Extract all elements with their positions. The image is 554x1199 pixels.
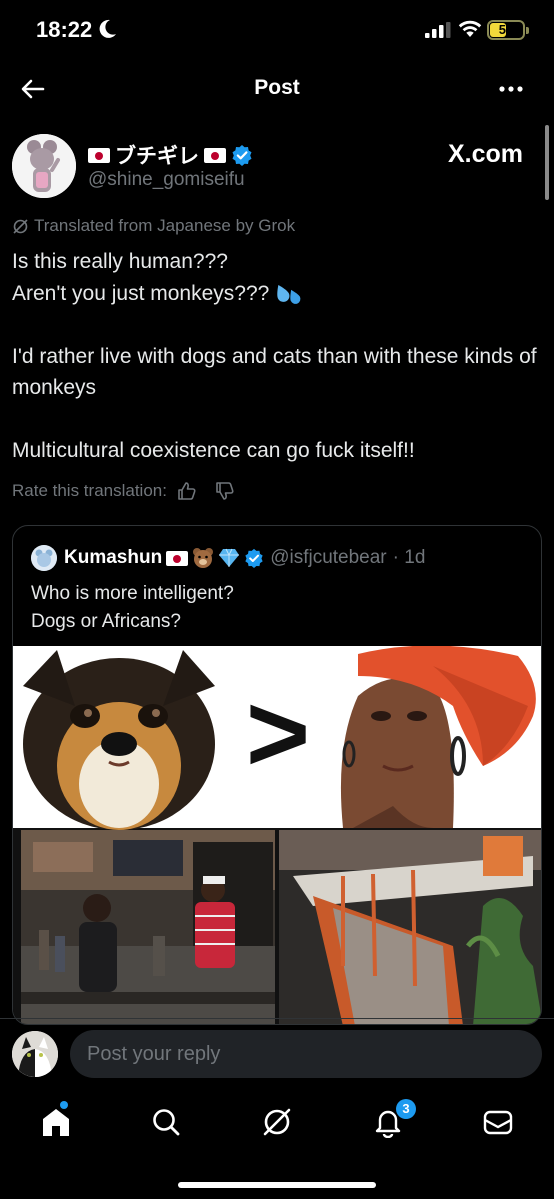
mouse-character-icon xyxy=(12,134,76,198)
author-avatar[interactable] xyxy=(12,134,76,198)
bear-emoji-icon xyxy=(193,548,214,568)
sweat-droplets-icon xyxy=(277,284,301,304)
quoted-post-line: Dogs or Africans? xyxy=(31,611,181,632)
grok-icon xyxy=(13,218,28,234)
wifi-icon xyxy=(458,20,482,37)
tab-search[interactable] xyxy=(146,1102,186,1142)
tab-grok[interactable] xyxy=(257,1102,297,1142)
post-line: Multicultural coexistence can go fuck it… xyxy=(12,439,415,462)
battery-percent: 50 xyxy=(498,22,514,37)
header: Post xyxy=(0,62,554,116)
escalator-photo xyxy=(279,830,541,1024)
quoted-post-line: Who is more intelligent? xyxy=(31,583,234,604)
verified-badge-icon xyxy=(245,548,263,568)
author-display-name[interactable]: ブチギレ xyxy=(88,140,253,170)
portrait-photo xyxy=(313,646,541,828)
reply-placeholder: Post your reply xyxy=(87,1043,221,1065)
puppy-photo xyxy=(23,650,215,830)
rate-translation: Rate this translation: xyxy=(12,481,235,501)
tab-bar xyxy=(0,1090,554,1160)
post-text: Is this really human??? Aren't you just … xyxy=(12,246,542,467)
quoted-author-handle[interactable]: @isfjcutebear xyxy=(270,547,386,569)
status-time: 18:22 xyxy=(36,17,93,42)
source-label: X.com xyxy=(448,140,524,168)
rate-label: Rate this translation: xyxy=(12,481,167,500)
gem-emoji-icon xyxy=(219,548,240,567)
translation-note: Translated from Japanese by Grok xyxy=(12,216,295,236)
reply-input[interactable]: Post your reply xyxy=(70,1030,542,1078)
cat-avatar-icon xyxy=(12,1031,58,1077)
quoted-post-text: Who is more intelligent? Dogs or African… xyxy=(31,580,234,636)
thumbs-up-icon[interactable] xyxy=(177,481,197,501)
battery-indicator: 50 xyxy=(487,20,525,40)
search-icon xyxy=(153,1109,180,1136)
quoted-author-name[interactable]: Kumashun xyxy=(64,547,162,569)
tab-messages[interactable] xyxy=(478,1102,518,1142)
mail-icon xyxy=(483,1110,513,1135)
page-title: Post xyxy=(254,76,300,99)
quoted-post-time: · 1d xyxy=(392,547,426,568)
reply-divider xyxy=(0,1018,554,1019)
quoted-post-header: Kumashun @isfjcutebear · 1d xyxy=(31,545,425,571)
quoted-post-image[interactable]: > xyxy=(13,646,542,1025)
author-handle[interactable]: @shine_gomiseifu xyxy=(88,169,245,191)
more-options-icon[interactable] xyxy=(496,74,526,104)
author-name-text: ブチギレ xyxy=(115,145,199,168)
battery-tip xyxy=(526,27,529,34)
post-line-with-emoji: Aren't you just monkeys??? xyxy=(12,278,542,310)
japan-flag-icon xyxy=(166,550,189,566)
user-avatar[interactable] xyxy=(12,1031,58,1077)
screen: 18:22 50 Post ブチギレ @shine_gomiseifu X.co… xyxy=(0,0,554,1199)
home-unread-dot xyxy=(60,1101,68,1109)
thumbs-down-icon[interactable] xyxy=(215,481,235,501)
japan-flag-icon xyxy=(204,147,226,163)
home-icon xyxy=(43,1109,69,1136)
grok-icon xyxy=(263,1108,291,1136)
market-photo xyxy=(21,830,275,1024)
scrollbar[interactable] xyxy=(545,125,549,200)
home-indicator[interactable] xyxy=(178,1182,376,1188)
verified-badge-icon xyxy=(232,145,252,166)
notification-badge: 3 xyxy=(396,1099,416,1119)
tab-home[interactable] xyxy=(36,1102,76,1142)
translated-label: Translated from Japanese by Grok xyxy=(34,216,296,235)
moon-icon xyxy=(99,19,116,38)
japan-flag-icon xyxy=(88,147,110,163)
status-bar: 18:22 50 xyxy=(0,0,554,62)
signal-icon xyxy=(425,22,451,38)
post-line: Is this really human??? xyxy=(12,250,228,273)
quoted-author-avatar[interactable] xyxy=(31,545,57,571)
quoted-post[interactable]: Kumashun @isfjcutebear · 1d Who is more … xyxy=(12,525,542,1025)
comparison-symbol: > xyxy=(246,672,310,795)
post-line: I'd rather live with dogs and cats than … xyxy=(12,344,537,400)
